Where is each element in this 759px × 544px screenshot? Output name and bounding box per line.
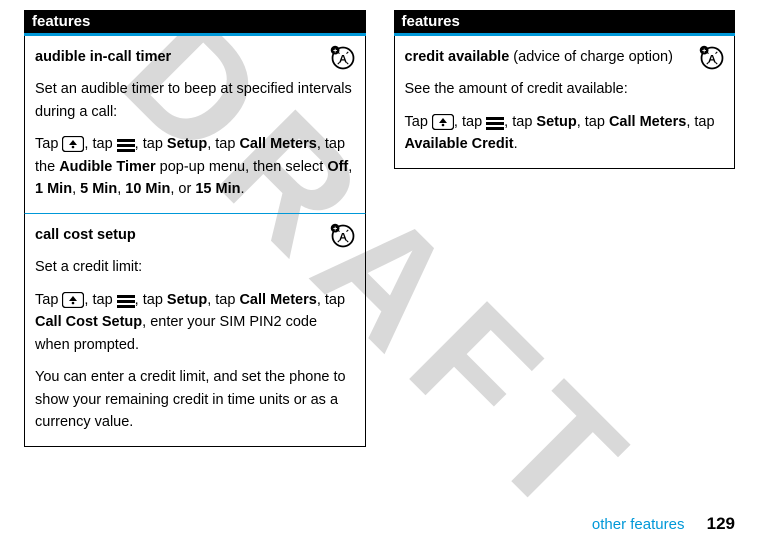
features-header-right: features: [394, 10, 736, 33]
sim-dependent-icon: + A: [329, 222, 357, 250]
row-title-line: credit available (advice of charge optio…: [405, 46, 725, 68]
svg-text:+: +: [702, 48, 706, 55]
row-desc: See the amount of credit available:: [405, 78, 725, 100]
right-column: features + A credit available (advice of…: [394, 10, 736, 447]
svg-text:+: +: [333, 48, 337, 55]
row-title: audible in-call timer: [35, 49, 171, 65]
row-path: Tap , tap , tap Setup, tap Call Meters, …: [405, 111, 725, 156]
cell-call-cost-setup: + A call cost setup Set a credit limit: …: [24, 214, 366, 447]
launcher-icon: [62, 136, 84, 152]
menu-icon: [486, 116, 504, 130]
svg-text:A: A: [338, 53, 346, 65]
menu-icon: [117, 294, 135, 308]
chapter-name: other features: [592, 516, 685, 533]
page-columns: features + A audible in-call timer Set a…: [0, 0, 759, 447]
features-header-left: features: [24, 10, 366, 33]
cell-audible-timer: + A audible in-call timer Set an audible…: [24, 36, 366, 214]
svg-text:A: A: [708, 53, 716, 65]
launcher-icon: [62, 292, 84, 308]
row-path: Tap , tap , tap Setup, tap Call Meters, …: [35, 133, 355, 200]
svg-text:+: +: [333, 226, 337, 233]
page-number: 129: [707, 514, 735, 533]
row-para2: You can enter a credit limit, and set th…: [35, 366, 355, 433]
cell-credit-available: + A credit available (advice of charge o…: [394, 36, 736, 169]
left-column: features + A audible in-call timer Set a…: [24, 10, 366, 447]
launcher-icon: [432, 114, 454, 130]
svg-text:A: A: [338, 231, 346, 243]
row-title: call cost setup: [35, 227, 136, 243]
row-desc: Set an audible timer to beep at specifie…: [35, 78, 355, 123]
sim-dependent-icon: + A: [329, 44, 357, 72]
row-path: Tap , tap , tap Setup, tap Call Meters, …: [35, 289, 355, 356]
sim-dependent-icon: + A: [698, 44, 726, 72]
menu-icon: [117, 138, 135, 152]
row-desc: Set a credit limit:: [35, 256, 355, 278]
page-footer: other features 129: [592, 514, 735, 534]
